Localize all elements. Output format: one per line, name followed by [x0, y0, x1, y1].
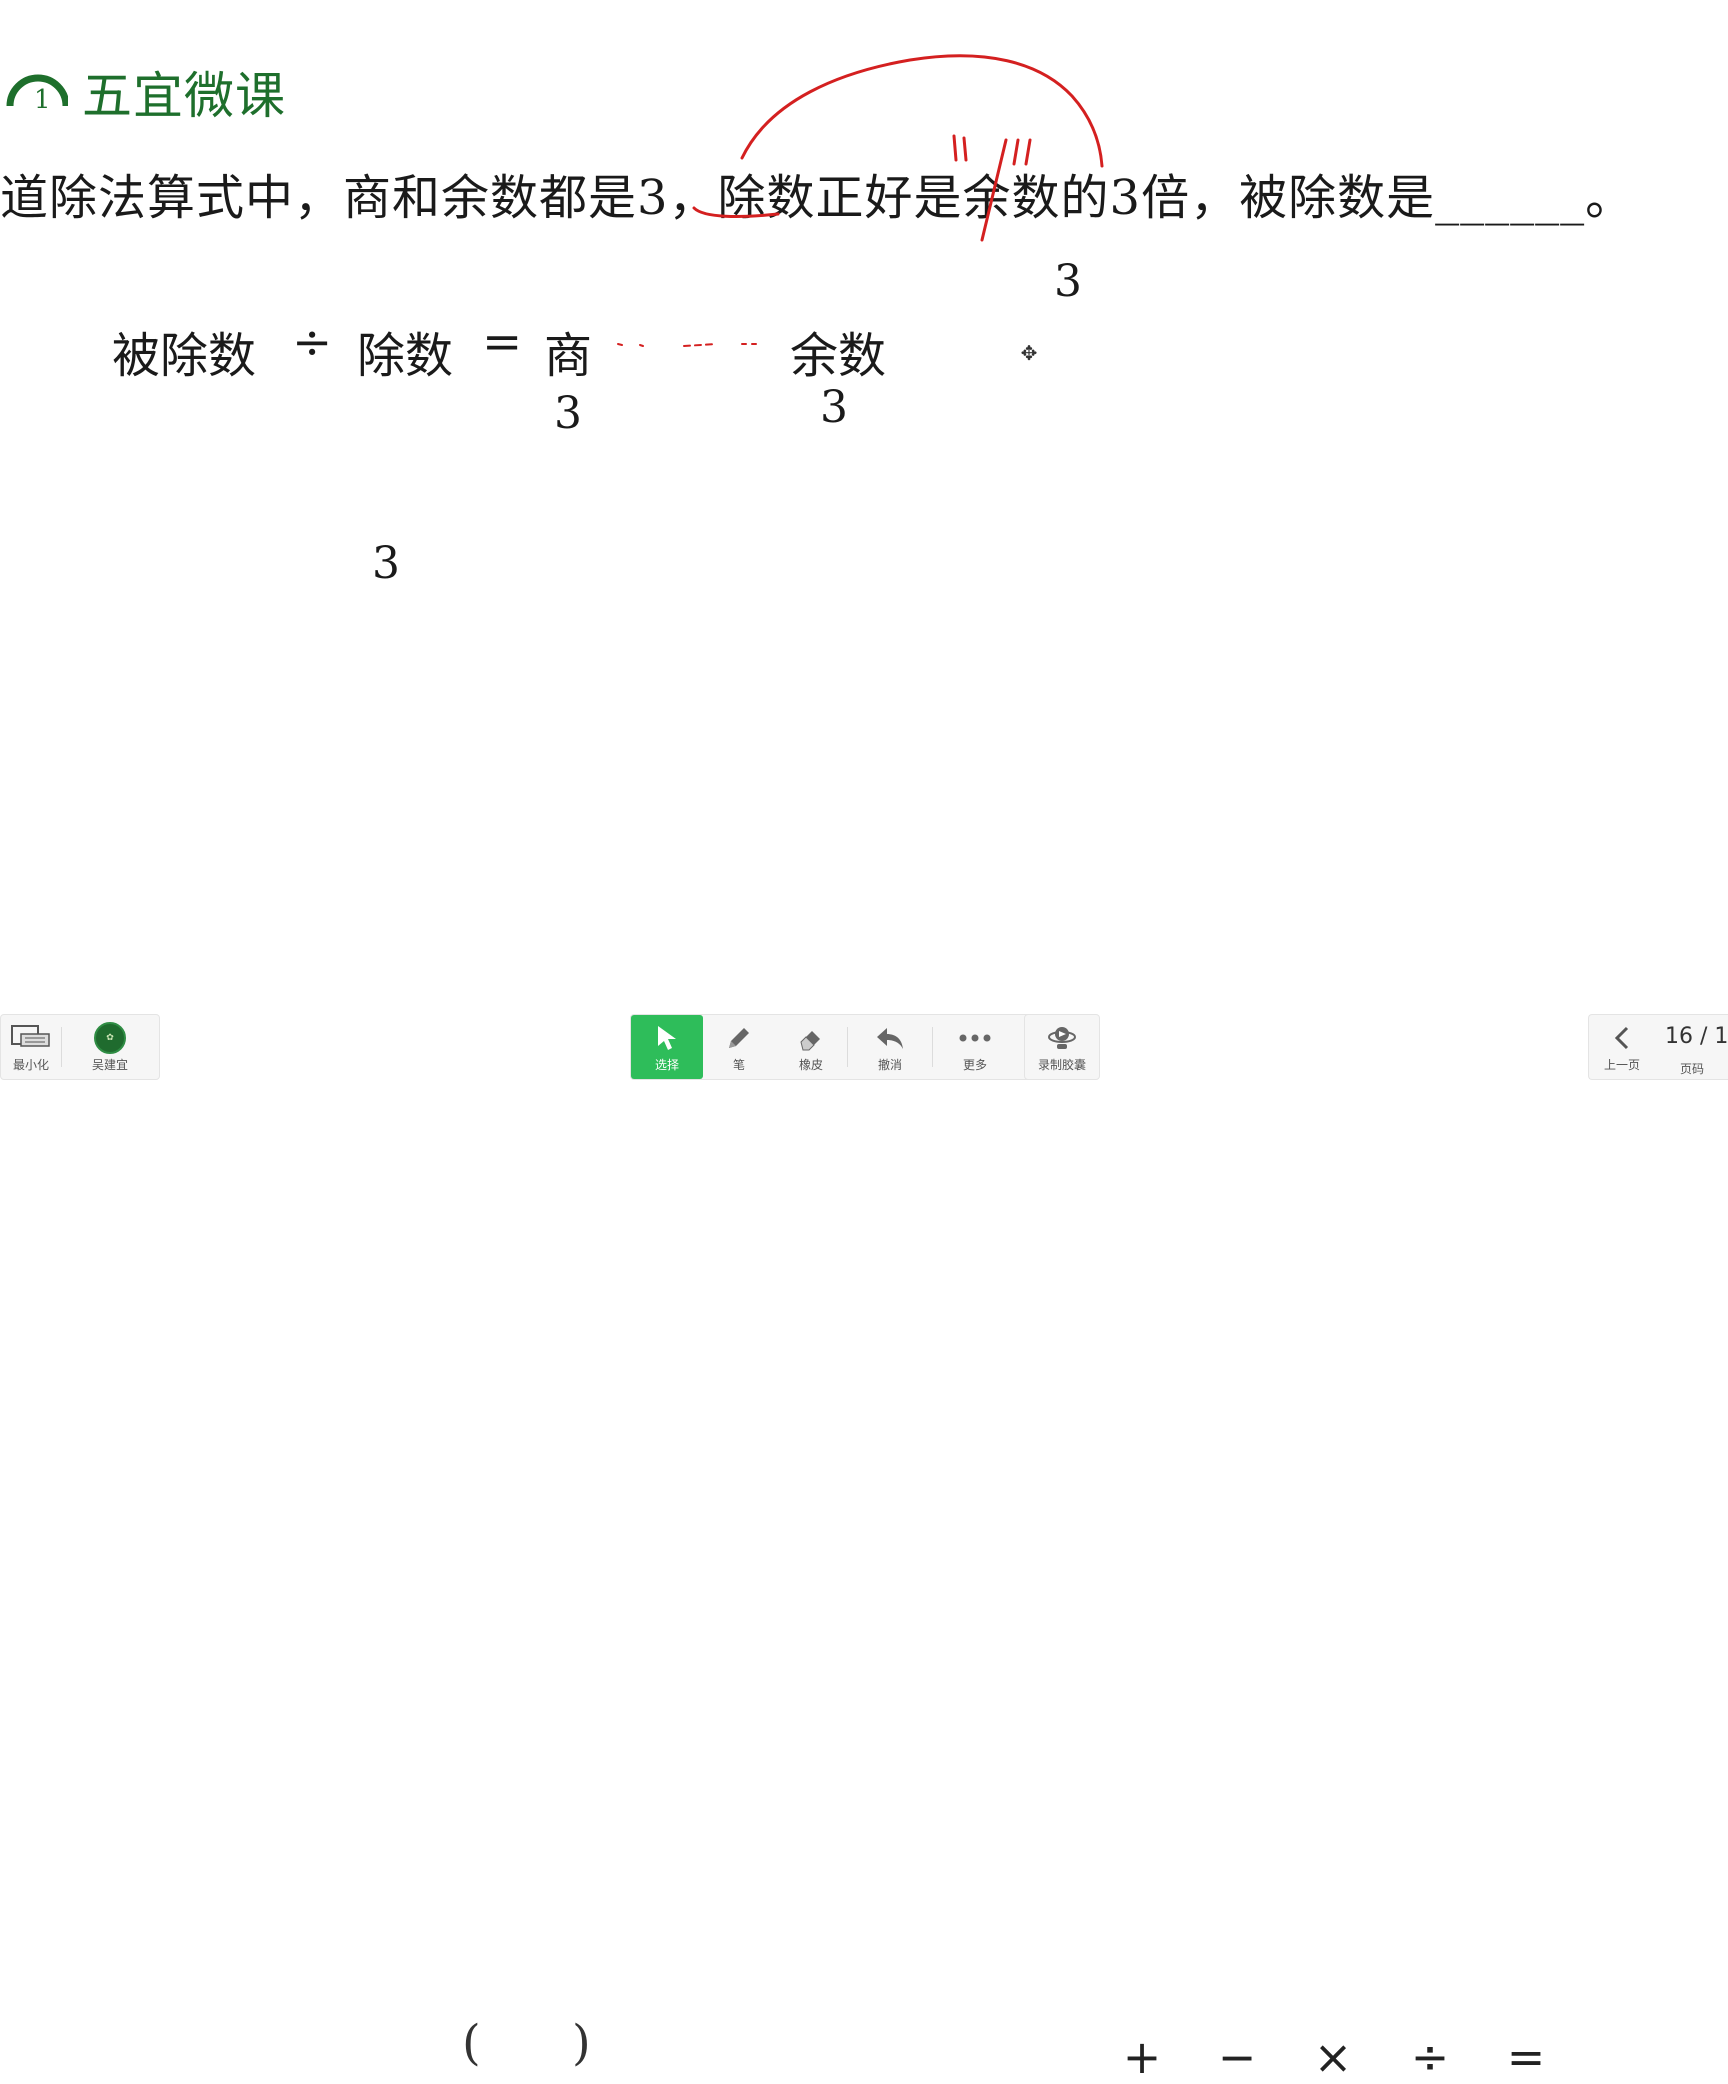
quotient-label: 商 — [544, 328, 593, 384]
left-tool-group: 最小化 ✿ 吴建宜 — [0, 1014, 160, 1080]
paren-right-button[interactable]: ) — [572, 2015, 591, 2071]
avatar: ✿ — [94, 1021, 126, 1054]
upper-value: 3 — [1054, 256, 1082, 307]
question-text: 道除法算式中，商和余数都是3，除数正好是余数的3倍，被除数是______。 — [0, 170, 1635, 226]
prev-page-label: 上一页 — [1603, 1057, 1640, 1072]
more-label: 更多 — [962, 1057, 987, 1072]
ink-dash-2 — [639, 344, 644, 347]
ink-arc — [740, 54, 1104, 168]
record-group: 录制胶囊 — [1024, 1014, 1100, 1080]
page-indicator: 16 / 1 — [1665, 1024, 1728, 1049]
record-label: 录制胶囊 — [1037, 1057, 1086, 1072]
page-label: 页码 — [1679, 1062, 1704, 1076]
undo-label: 撤消 — [877, 1057, 902, 1072]
divide-sign: ÷ — [292, 314, 333, 370]
times-symbol-button[interactable]: × — [1303, 2030, 1363, 2084]
more-button[interactable]: 更多 — [933, 1015, 1017, 1079]
svg-text:1: 1 — [34, 85, 51, 115]
keyboard-monitor-icon — [11, 1022, 51, 1054]
select-tool-button[interactable]: 选择 — [631, 1015, 703, 1079]
record-capsule-icon — [1047, 1022, 1077, 1054]
logo-text: 五宜微课 — [82, 67, 286, 125]
equals-symbol-button[interactable]: = — [1496, 2030, 1556, 2084]
bottom-toolbar: 最小化 ✿ 吴建宜 ( ) 选择 笔 橡皮 撤消 更多 录制胶囊 + − × ÷… — [0, 1010, 1728, 2084]
minimize-label: 最小化 — [12, 1057, 49, 1072]
ink-dash-1 — [617, 343, 623, 346]
cursor-arrow-icon — [655, 1022, 679, 1054]
eraser-tool-button[interactable]: 橡皮 — [775, 1015, 847, 1079]
ink-dash-3 — [683, 343, 717, 347]
plus-symbol-button[interactable]: + — [1112, 2030, 1172, 2084]
more-dots-icon — [959, 1022, 991, 1054]
pen-tool-label: 笔 — [732, 1057, 745, 1072]
equals-sign: = — [482, 314, 523, 370]
user-button[interactable]: ✿ 吴建宜 — [62, 1015, 158, 1079]
minimize-button[interactable]: 最小化 — [1, 1015, 61, 1079]
quotient-value: 3 — [554, 388, 582, 439]
remainder-label: 余数 — [790, 328, 887, 384]
eraser-icon — [797, 1022, 825, 1054]
undo-button[interactable]: 撤消 — [848, 1015, 932, 1079]
minus-symbol-button[interactable]: − — [1207, 2030, 1267, 2084]
move-cursor-icon: ✥ — [1020, 341, 1038, 365]
undo-icon — [875, 1022, 905, 1054]
divisor-label: 除数 — [357, 328, 454, 384]
user-name: 吴建宜 — [91, 1057, 128, 1072]
ink-tick-1 — [952, 134, 958, 162]
paren-left-button[interactable]: ( — [462, 2015, 481, 2071]
whiteboard-canvas[interactable]: 1 五宜微课 道除法算式中，商和余数都是3，除数正好是余数的3倍，被除数是___… — [0, 0, 1728, 1010]
pen-tool-button[interactable]: 笔 — [703, 1015, 775, 1079]
divisor-value: 3 — [372, 538, 400, 589]
logo-circle-icon: 1 — [6, 74, 68, 115]
ink-annotations — [617, 54, 1104, 347]
divide-symbol-button[interactable]: ÷ — [1400, 2030, 1460, 2084]
select-tool-label: 选择 — [654, 1057, 679, 1072]
remainder-value: 3 — [820, 382, 848, 433]
record-capsule-button[interactable]: 录制胶囊 — [1025, 1015, 1099, 1079]
chevron-left-icon — [1612, 1022, 1632, 1054]
prev-page-button[interactable]: 上一页 — [1589, 1015, 1655, 1079]
dividend-label: 被除数 — [112, 328, 257, 384]
pen-icon — [725, 1022, 753, 1054]
eraser-tool-label: 橡皮 — [798, 1057, 823, 1072]
ink-tick-2 — [962, 136, 968, 162]
